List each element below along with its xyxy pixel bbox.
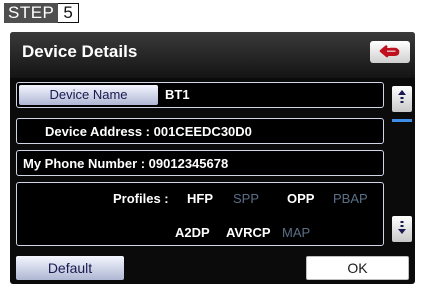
scroll-up-button[interactable] <box>392 86 412 112</box>
page-title: Device Details <box>22 42 138 61</box>
step-word: STEP <box>4 3 59 23</box>
step-number: 5 <box>58 3 79 23</box>
step-tag: STEP 5 <box>4 3 79 23</box>
scroll-up-icon <box>397 89 407 110</box>
device-name-row: Device Name BT1 <box>16 82 384 108</box>
profile-avrcp: AVRCP <box>226 225 271 240</box>
profile-hfp: HFP <box>187 191 213 206</box>
ok-button[interactable]: OK <box>306 256 409 280</box>
default-button[interactable]: Default <box>16 256 124 280</box>
profile-a2dp: A2DP <box>175 225 210 240</box>
profile-pbap: PBAP <box>333 191 368 206</box>
phone-number-row: My Phone Number : 09012345678 <box>16 150 384 176</box>
profile-spp: SPP <box>233 191 260 206</box>
scroll-position-indicator <box>392 119 412 122</box>
device-address-row: Device Address : 001CEEDC30D0 <box>16 118 384 144</box>
device-name-value: BT1 <box>165 87 190 102</box>
back-button[interactable] <box>370 41 410 63</box>
profile-map: MAP <box>282 225 311 240</box>
scroll-down-icon <box>397 219 407 240</box>
profiles-panel: Profiles : HFP SPP OPP PBAP A2DP AVRCP M… <box>16 182 384 246</box>
device-address-text: Device Address : 001CEEDC30D0 <box>45 124 252 139</box>
scroll-down-button[interactable] <box>392 216 412 242</box>
profile-opp: OPP <box>287 191 315 206</box>
phone-number-text: My Phone Number : 09012345678 <box>23 156 229 171</box>
profiles-label: Profiles : <box>113 191 169 206</box>
device-name-button[interactable]: Device Name <box>19 85 158 105</box>
back-arrow-icon <box>378 45 402 59</box>
device-details-screen: Device Details Device Name BT1 Device Ad… <box>10 32 415 284</box>
